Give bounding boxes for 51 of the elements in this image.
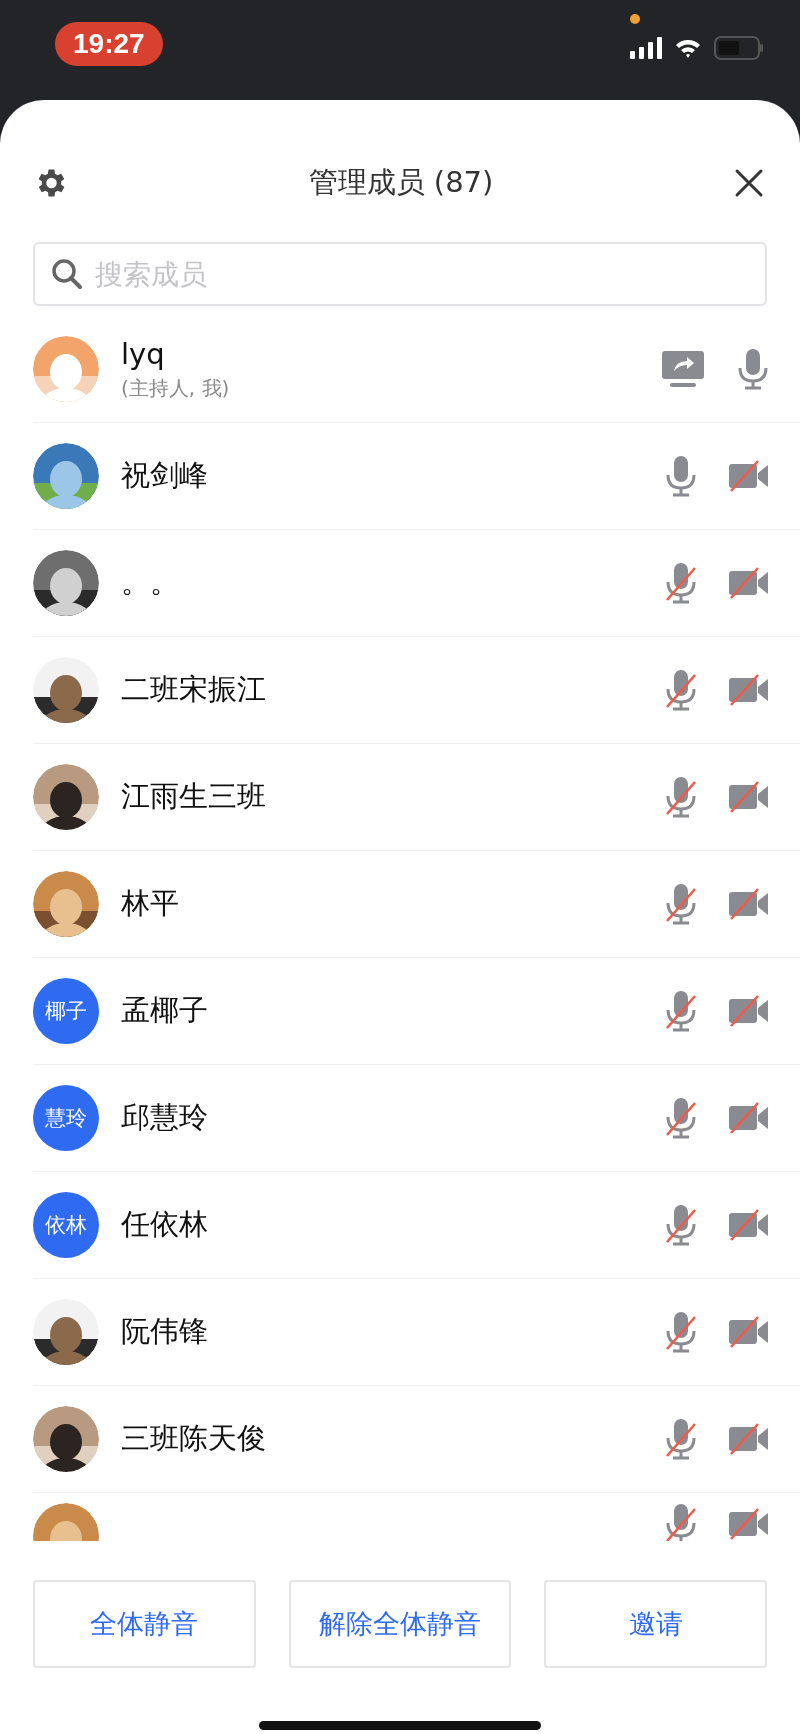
avatar-initials: 椰子 [33,978,99,1044]
muted-mic-icon[interactable] [664,1503,698,1541]
member-name: 祝剑峰 [121,457,209,494]
camera-off-icon[interactable] [728,1422,770,1456]
member-name: 任依林 [121,1206,209,1243]
muted-mic-icon[interactable] [664,990,698,1032]
camera-off-icon[interactable] [728,1315,770,1349]
camera-off-icon[interactable] [728,887,770,921]
muted-mic-icon[interactable] [664,1311,698,1353]
camera-off-icon[interactable] [728,673,770,707]
camera-off-icon[interactable] [728,1507,770,1541]
status-time: 19:27 [55,22,163,66]
muted-mic-icon[interactable] [664,1097,698,1139]
dialog-title: 管理成员 (87) [308,164,494,201]
avatar-initials: 慧玲 [33,1085,99,1151]
member-name: 江雨生三班 [121,778,267,815]
member-name: 三班陈天俊 [121,1420,267,1457]
member-name: 孟椰子 [121,992,209,1029]
muted-mic-icon[interactable] [664,776,698,818]
action-button[interactable]: 全体静音 [33,1580,256,1668]
muted-mic-icon[interactable] [664,1418,698,1460]
camera-off-icon[interactable] [728,1208,770,1242]
signal-icon [630,37,662,59]
camera-off-icon[interactable] [728,994,770,1028]
member-name: 。。 [121,564,180,601]
avatar-initials: 依林 [33,1192,99,1258]
muted-mic-icon[interactable] [664,669,698,711]
action-button[interactable]: 解除全体静音 [288,1580,512,1668]
mic-icon[interactable] [664,455,698,497]
member-name: 林平 [121,885,180,922]
battery-icon [714,36,764,60]
member-name: 二班宋振江 [121,671,267,708]
member-name: 阮伟锋 [121,1313,209,1350]
mic-icon[interactable] [736,348,770,390]
privacy-indicator-icon [630,14,640,24]
camera-off-icon[interactable] [728,1101,770,1135]
screen-share-icon[interactable] [660,349,706,389]
muted-mic-icon[interactable] [664,883,698,925]
search-field[interactable]: 搜索成员 [33,242,767,306]
camera-off-icon[interactable] [728,459,770,493]
close-icon[interactable] [734,168,764,198]
member-role: (主持人, 我) [121,374,231,402]
muted-mic-icon[interactable] [664,1204,698,1246]
member-name: 邱慧玲 [121,1099,209,1136]
wifi-icon [674,37,702,59]
search-icon [51,258,83,290]
camera-off-icon[interactable] [728,780,770,814]
member-name: lyq [121,336,166,371]
muted-mic-icon[interactable] [664,562,698,604]
camera-off-icon[interactable] [728,566,770,600]
action-button[interactable]: 邀请 [544,1580,767,1668]
